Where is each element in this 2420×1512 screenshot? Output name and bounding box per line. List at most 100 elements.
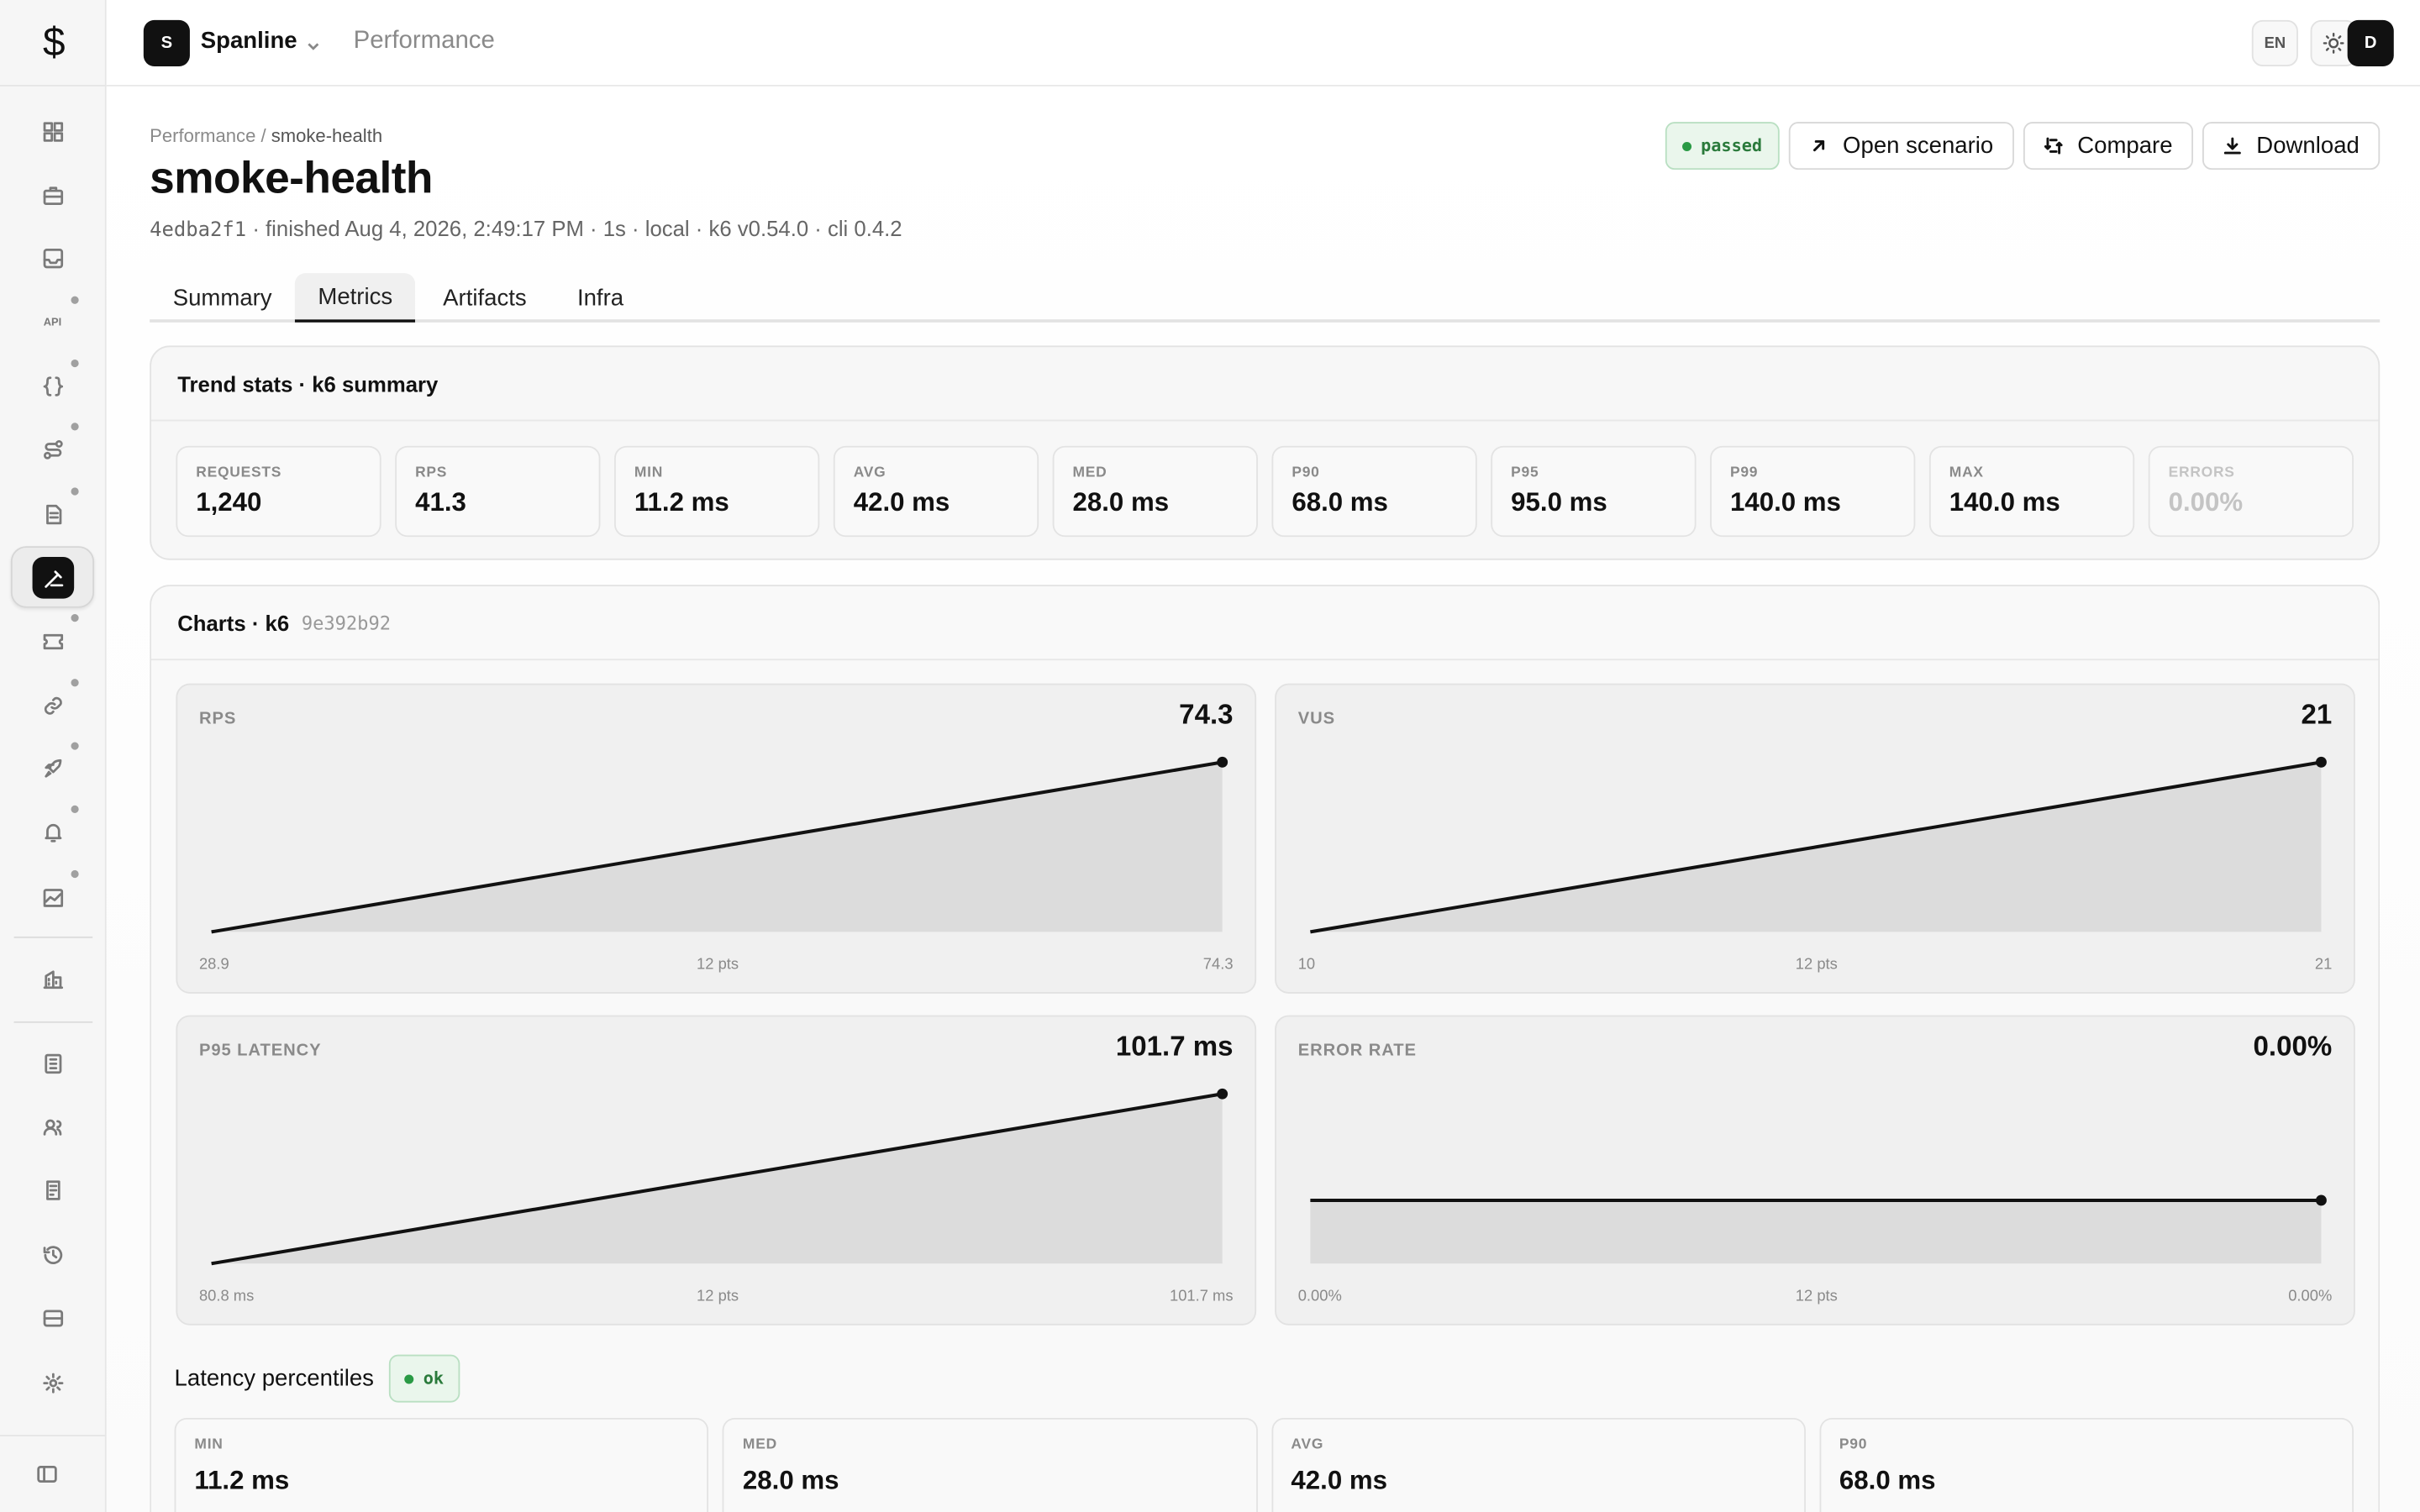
link-icon[interactable] xyxy=(33,677,81,726)
app-logo[interactable]: $ xyxy=(34,18,74,65)
chart-icon[interactable] xyxy=(33,869,81,916)
gear-icon[interactable] xyxy=(33,1362,73,1403)
stat-value: 11.2 ms xyxy=(634,487,729,517)
chart-value: 101.7 ms xyxy=(1115,1030,1234,1062)
vus-chart: VUS 21 10 12 pts 21 xyxy=(1275,683,2355,994)
p95-latency-chart: P95 LATENCY 101.7 ms 80.8 ms 12 pts 101.7 ms xyxy=(176,1015,1257,1326)
stat-label: MED xyxy=(1072,464,1107,482)
stat-value: 140.0 ms xyxy=(1949,487,2060,517)
inbox-icon[interactable] xyxy=(33,238,73,278)
chart-plot xyxy=(211,756,1228,934)
run-meta: 4edba2f1 · finished Aug 4, 2026, 2:49:17… xyxy=(150,216,902,242)
latency-value: 42.0 ms xyxy=(1291,1465,1388,1495)
ticket-icon[interactable] xyxy=(33,612,81,660)
language-button[interactable]: EN xyxy=(2251,19,2298,66)
workspace-name[interactable]: Spanline xyxy=(201,28,297,54)
latency-value: 68.0 ms xyxy=(1839,1465,1936,1495)
route-icon[interactable] xyxy=(33,421,81,470)
notification-dot xyxy=(69,612,81,624)
notification-dot xyxy=(69,486,81,497)
download-button[interactable]: Download xyxy=(2202,122,2380,171)
stat-value: 140.0 ms xyxy=(1729,487,1841,517)
sidebar-divider xyxy=(0,85,107,87)
app-root: $ API S Spanline Performance EN D Perfor… xyxy=(0,0,2420,1512)
open-scenario-button[interactable]: Open scenario xyxy=(1788,122,2014,171)
latency-label: AVG xyxy=(1291,1436,1324,1454)
axis-mid-label: 12 pts xyxy=(1795,956,1838,974)
storage-icon[interactable] xyxy=(33,1298,73,1338)
latency-avg: AVG 42.0 ms xyxy=(1270,1417,1806,1512)
stat-label: ERRORS xyxy=(2168,464,2235,482)
stat-value: 28.0 ms xyxy=(1072,487,1170,517)
chart-label: P95 LATENCY xyxy=(198,1041,322,1060)
api-icon[interactable]: API xyxy=(33,294,81,343)
trend-stats-row: REQUESTS 1,240 RPS 41.3 MIN 11.2 ms AVG 42.0… xyxy=(176,445,2354,538)
run-hash: 4edba2f1 xyxy=(150,218,247,243)
users-icon[interactable] xyxy=(33,1106,73,1147)
status-label: passed xyxy=(1701,135,1763,156)
tab-summary[interactable]: Summary xyxy=(150,273,295,323)
stat-label: P90 xyxy=(1292,464,1320,482)
latency-status-label: ok xyxy=(423,1368,445,1389)
arrow-up-right-icon xyxy=(1813,140,1825,152)
compare-button[interactable]: Compare xyxy=(2023,122,2193,171)
braces-icon[interactable] xyxy=(33,358,81,406)
briefcase-icon[interactable] xyxy=(33,175,73,215)
last-point xyxy=(1217,1088,1228,1100)
stat-value: 41.3 xyxy=(415,487,466,517)
sidebar-divider xyxy=(13,1021,93,1023)
tab-artifacts[interactable]: Artifacts xyxy=(420,273,550,323)
download-label: Download xyxy=(2256,132,2360,160)
user-avatar[interactable]: D xyxy=(2347,19,2394,66)
stat-label: AVG xyxy=(853,464,886,482)
stat-value: 42.0 ms xyxy=(853,487,950,517)
compare-icon xyxy=(2044,137,2063,155)
stat-label: RPS xyxy=(415,464,448,482)
status-dot xyxy=(404,1373,414,1383)
breadcrumb: Performance / smoke-health xyxy=(150,125,382,147)
stat-min: MIN 11.2 ms xyxy=(614,445,820,538)
last-point xyxy=(2316,756,2327,768)
file-icon[interactable] xyxy=(33,486,81,534)
stat-errors: ERRORS 0.00% xyxy=(2148,445,2354,538)
ledger-icon[interactable] xyxy=(33,1043,73,1084)
building-icon[interactable] xyxy=(33,958,73,999)
stat-med: MED 28.0 ms xyxy=(1052,445,1258,538)
report-icon[interactable] xyxy=(33,1169,73,1210)
rps-chart: RPS 74.3 28.9 12 pts 74.3 xyxy=(176,683,1257,994)
gauge-icon[interactable] xyxy=(32,557,75,599)
stat-value: 95.0 ms xyxy=(1511,487,1607,517)
rocket-icon[interactable] xyxy=(33,740,81,789)
workspace-avatar[interactable]: S xyxy=(143,19,190,66)
top-bar: S Spanline Performance EN D xyxy=(106,0,2420,87)
history-icon[interactable] xyxy=(33,1234,73,1274)
open-scenario-label: Open scenario xyxy=(1843,132,1994,160)
breadcrumb-separator: / xyxy=(260,124,266,147)
chevron-down-icon[interactable] xyxy=(306,34,321,50)
stat-max: MAX 140.0 ms xyxy=(1928,445,2135,538)
charts-title: Charts · k6 xyxy=(177,610,290,635)
axis-max-label: 0.00% xyxy=(2288,1288,2333,1305)
latency-title: Latency percentiles xyxy=(174,1365,374,1392)
axis-mid-label: 12 pts xyxy=(697,956,739,974)
grid-icon[interactable] xyxy=(33,111,73,151)
chart-value: 0.00% xyxy=(2253,1030,2333,1062)
stat-label: REQUESTS xyxy=(196,464,282,482)
stat-label: MAX xyxy=(1949,464,1984,482)
tab-metrics[interactable]: Metrics xyxy=(294,273,416,323)
tab-infra[interactable]: Infra xyxy=(554,273,646,323)
notification-dot xyxy=(69,869,81,879)
latency-label: MED xyxy=(742,1436,777,1454)
stat-value: 1,240 xyxy=(196,487,262,517)
bell-icon[interactable] xyxy=(33,803,81,852)
charts-header: Charts · k6 9e392b92 xyxy=(151,586,2379,661)
main-content: Performance / smoke-health smoke-health … xyxy=(106,86,2420,1512)
notification-dot xyxy=(69,358,81,369)
api-label: API xyxy=(43,317,62,328)
sidebar: $ API xyxy=(0,0,107,1512)
sidebar-toggle-icon[interactable] xyxy=(26,1453,66,1494)
axis-mid-label: 12 pts xyxy=(1795,1288,1838,1305)
latency-row: MIN 11.2 ms MED 28.0 ms AVG 42.0 ms P90 68.0… xyxy=(174,1417,2354,1512)
breadcrumb-parent[interactable]: Performance xyxy=(150,125,255,147)
error-rate-chart: ERROR RATE 0.00% 0.00% 12 pts 0.00% xyxy=(1275,1015,2355,1326)
